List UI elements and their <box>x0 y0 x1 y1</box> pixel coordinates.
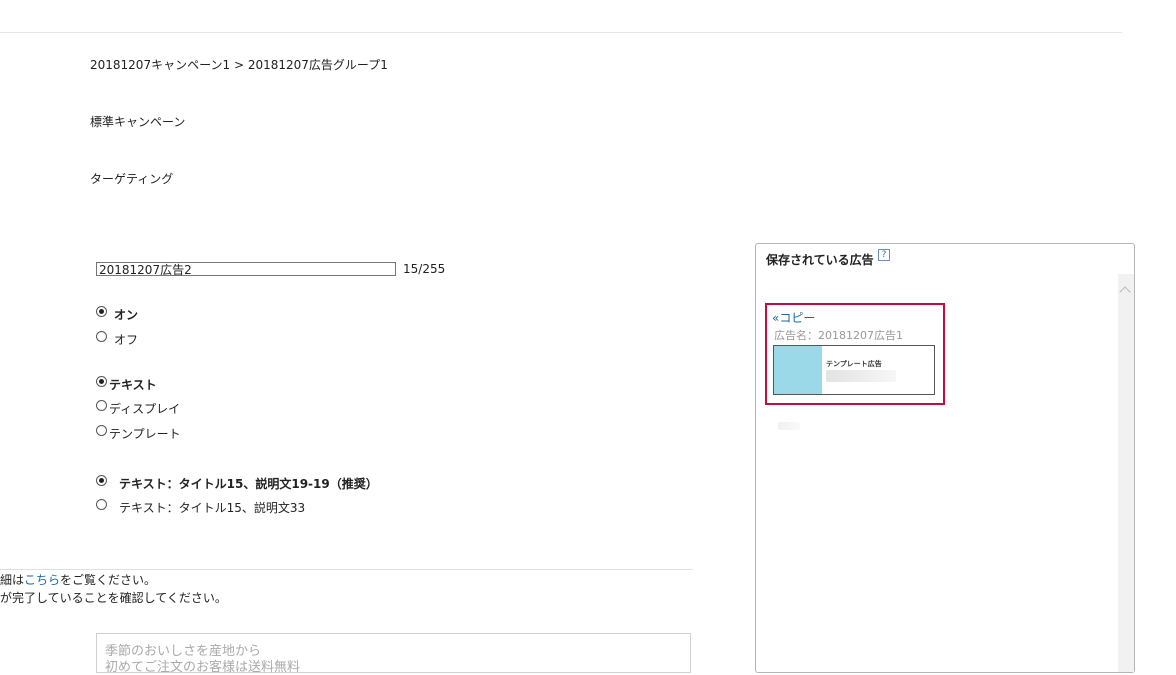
ad-preview-box: 季節のおいしさを産地から 初めてご注文のお客様は送料無料 <box>96 633 691 675</box>
saved-ads-title: 保存されている広告 <box>766 253 874 267</box>
saved-ad-card: «コピー 広告名：20181207広告1 テンプレート広告 <box>765 303 945 405</box>
radio-text[interactable] <box>96 376 107 387</box>
thumbnail-text-placeholder <box>826 370 896 382</box>
breadcrumb-campaign[interactable]: 20181207キャンペーン1 <box>90 58 230 72</box>
panel-scrollbar[interactable] <box>1118 274 1134 672</box>
details-link[interactable]: こちら <box>24 573 60 587</box>
radio-off[interactable] <box>96 331 107 342</box>
status-on-label: オン <box>114 308 139 322</box>
faint-placeholder <box>778 422 800 430</box>
notice-prefix: 細は <box>0 573 25 587</box>
thumbnail-title: テンプレート広告 <box>826 360 882 368</box>
breadcrumb-ad-group[interactable]: 20181207広告グループ1 <box>248 58 388 72</box>
ad-type-display-label: ディスプレイ <box>109 402 181 416</box>
thumbnail-image <box>774 346 822 394</box>
radio-display[interactable] <box>96 400 107 411</box>
section-divider <box>0 569 693 570</box>
radio-on[interactable] <box>96 306 107 317</box>
breadcrumb-separator: > <box>233 58 245 72</box>
preview-description: 初めてご注文のお客様は送料無料 <box>105 660 301 675</box>
radio-format-recommended[interactable] <box>96 475 107 486</box>
ad-type-template-label: テンプレート <box>109 427 181 441</box>
section-label-targeting: ターゲティング <box>90 172 174 186</box>
radio-format-33[interactable] <box>96 499 107 510</box>
top-divider <box>0 32 1122 33</box>
saved-ad-name: 広告名：20181207広告1 <box>774 329 903 342</box>
ad-name-input[interactable] <box>96 262 396 276</box>
notice-line-2: が完了していることを確認してください。 <box>0 591 227 605</box>
radio-template[interactable] <box>96 425 107 436</box>
breadcrumb: 20181207キャンペーン1 > 20181207広告グループ1 <box>90 56 388 73</box>
format-33-label: テキスト：タイトル15、説明文33 <box>119 501 306 515</box>
notice-suffix: をご覧ください。 <box>60 573 157 587</box>
saved-ads-panel: 保存されている広告 ? «コピー 広告名：20181207広告1 テンプレート広… <box>755 243 1135 673</box>
campaign-type: 標準キャンペーン <box>90 115 186 129</box>
notice-line-1: 細はこちらをご覧ください。 <box>0 571 156 588</box>
ad-type-text-label: テキスト <box>109 378 157 392</box>
status-off-label: オフ <box>114 333 139 347</box>
character-counter: 15/255 <box>403 262 446 276</box>
copy-link[interactable]: «コピー <box>772 309 815 326</box>
help-icon[interactable]: ? <box>878 249 890 261</box>
saved-ad-thumbnail: テンプレート広告 <box>773 345 935 395</box>
format-recommended-label: テキスト：タイトル15、説明文19-19（推奨） <box>119 477 378 491</box>
